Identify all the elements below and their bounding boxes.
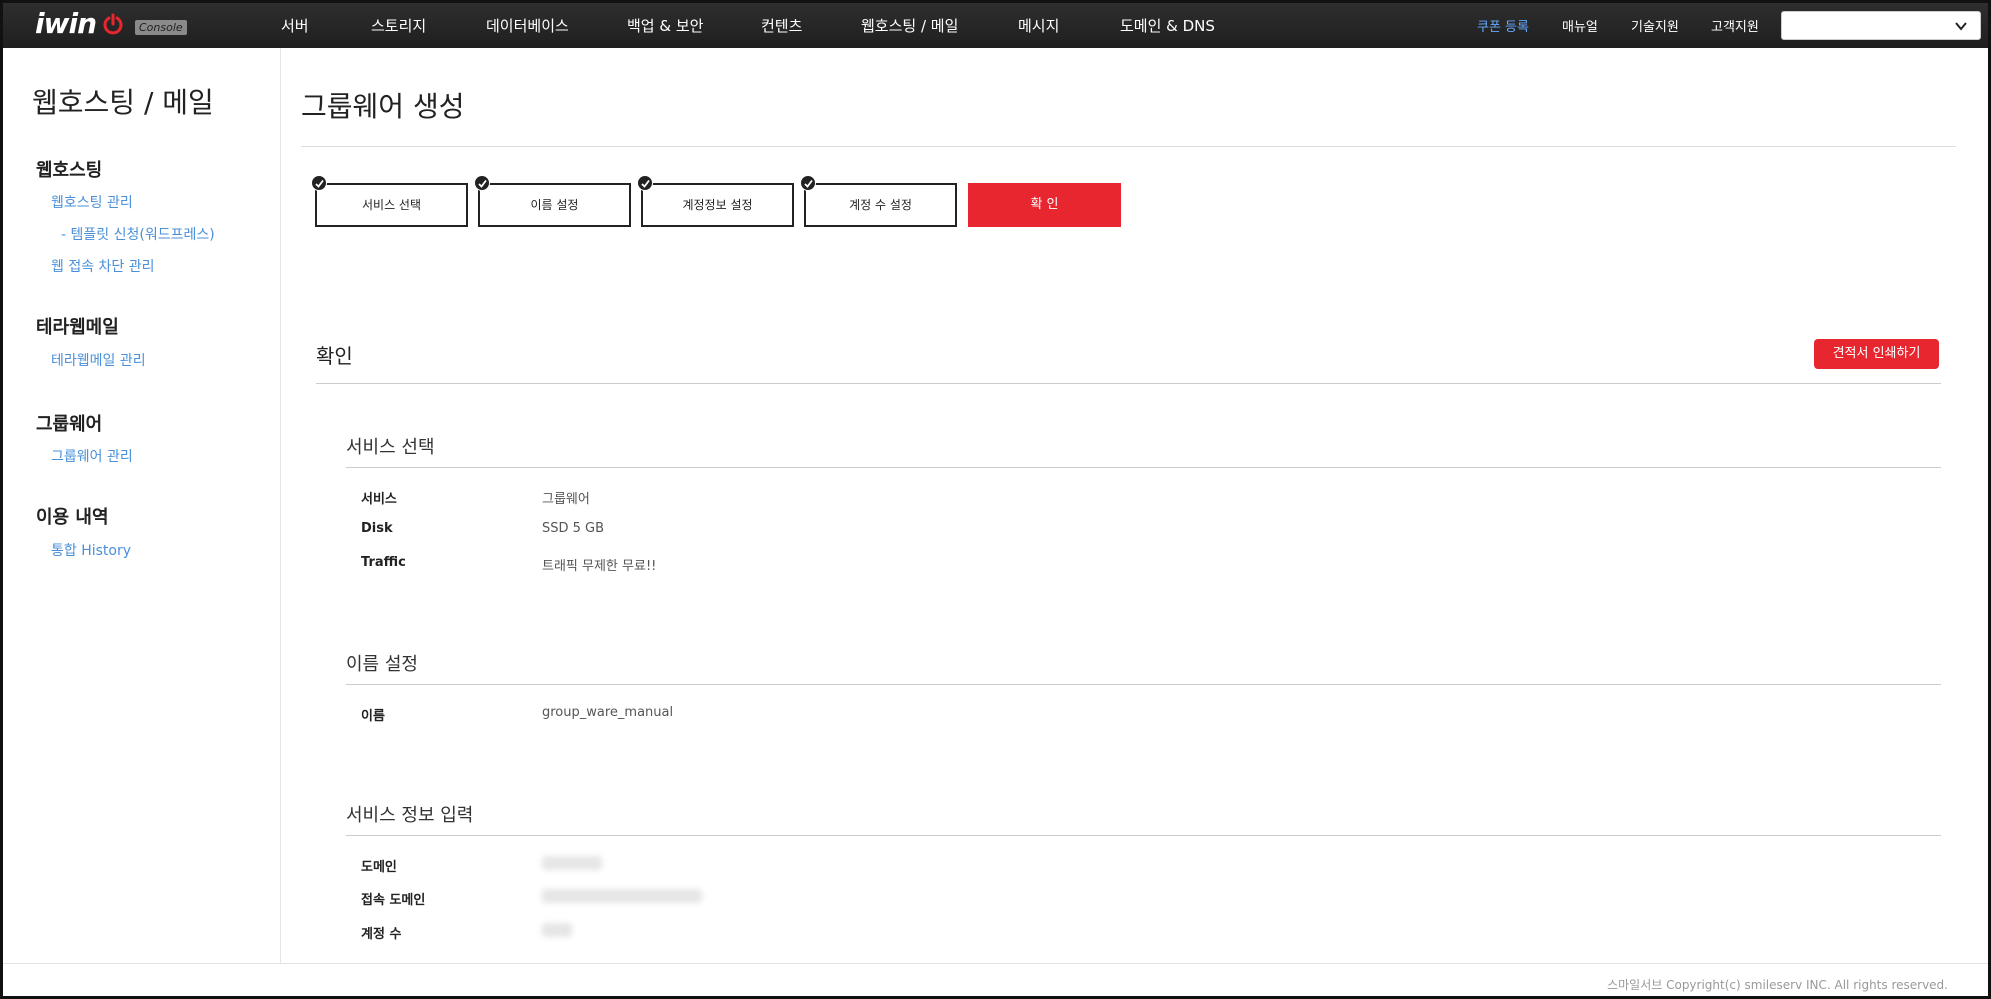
sidebar-item-template-request[interactable]: - 템플릿 신청(워드프레스) [61, 224, 215, 244]
account-count-value-redacted [542, 923, 572, 937]
sidebar-group-groupware: 그룹웨어 [36, 414, 103, 435]
step-label: 계정정보 설정 [682, 198, 753, 212]
confirm-section-title: 확인 [316, 344, 353, 368]
manual-link[interactable]: 매뉴얼 [1562, 16, 1598, 35]
sidebar-item-groupware-manage[interactable]: 그룹웨어 관리 [51, 446, 133, 466]
project-select[interactable] [1781, 11, 1981, 40]
nav-item-message[interactable]: 메시지 [1018, 15, 1059, 36]
tech-support-link[interactable]: 기술지원 [1631, 16, 1679, 35]
domain-label: 도메인 [361, 860, 397, 875]
service-select-divider [346, 467, 1941, 468]
customer-support-link[interactable]: 고객지원 [1711, 16, 1759, 35]
access-domain-value-redacted [542, 889, 702, 903]
name-setting-divider [346, 684, 1941, 685]
confirm-divider [316, 383, 1941, 384]
step-label: 계정 수 설정 [849, 198, 912, 212]
copyright-text: 스마일서브 Copyright(c) smileserv INC. All ri… [1607, 978, 1948, 992]
service-select-title: 서비스 선택 [346, 437, 435, 458]
console-window: iwin Console 서버 스토리지 데이터베이스 백업 & 보안 컨텐츠 … [3, 3, 1988, 996]
sidebar-item-terawebmail-manage[interactable]: 테라웹메일 관리 [51, 350, 146, 370]
nav-item-database[interactable]: 데이터베이스 [486, 15, 569, 36]
page-title: 그룹웨어 생성 [301, 90, 465, 123]
traffic-label: Traffic [361, 555, 406, 570]
sidebar: 웹호스팅 / 메일 웹호스팅 웹호스팅 관리 - 템플릿 신청(워드프레스) 웹… [3, 48, 281, 963]
step-account-count[interactable]: 계정 수 설정 [800, 175, 957, 227]
nav-item-domain-dns[interactable]: 도메인 & DNS [1120, 15, 1215, 36]
check-icon [474, 175, 490, 191]
name-setting-title: 이름 설정 [346, 654, 418, 675]
coupon-register-link[interactable]: 쿠폰 등록 [1477, 16, 1529, 35]
check-icon [311, 175, 327, 191]
sidebar-group-usage-history: 이용 내역 [36, 507, 109, 528]
check-icon [800, 175, 816, 191]
service-value: 그룹웨어 [542, 492, 590, 507]
check-icon [637, 175, 653, 191]
nav-item-contents[interactable]: 컨텐츠 [761, 15, 802, 36]
step-account-info[interactable]: 계정정보 설정 [637, 175, 794, 227]
console-badge: Console [135, 20, 187, 35]
name-value: group_ware_manual [542, 705, 674, 720]
account-count-label: 계정 수 [361, 927, 402, 942]
footer: 스마일서브 Copyright(c) smileserv INC. All ri… [3, 963, 1988, 996]
logo-text: iwin [35, 7, 97, 40]
sidebar-title: 웹호스팅 / 메일 [32, 86, 214, 119]
title-divider [301, 146, 1956, 147]
traffic-value: 트래픽 무제한 무료!! [542, 559, 657, 574]
name-label: 이름 [361, 709, 385, 724]
domain-value-redacted [542, 856, 602, 870]
sidebar-group-webhosting: 웹호스팅 [36, 160, 103, 181]
step-confirm[interactable]: 확 인 [968, 183, 1121, 227]
step-service-select[interactable]: 서비스 선택 [311, 175, 468, 227]
nav-item-server[interactable]: 서버 [281, 15, 309, 36]
chevron-down-icon [1955, 22, 1967, 31]
nav-item-storage[interactable]: 스토리지 [371, 15, 426, 36]
print-estimate-button[interactable]: 견적서 인쇄하기 [1814, 339, 1939, 369]
service-label: 서비스 [361, 492, 397, 507]
disk-label: Disk [361, 521, 393, 536]
sidebar-item-webhosting-manage[interactable]: 웹호스팅 관리 [51, 192, 133, 212]
service-info-divider [346, 835, 1941, 836]
nav-item-backup-security[interactable]: 백업 & 보안 [627, 15, 703, 36]
step-label: 이름 설정 [530, 198, 579, 212]
top-navigation-bar: iwin Console 서버 스토리지 데이터베이스 백업 & 보안 컨텐츠 … [3, 3, 1988, 48]
iwin-logo[interactable]: iwin Console [35, 9, 195, 41]
disk-value: SSD 5 GB [542, 521, 605, 536]
nav-item-webhosting-mail[interactable]: 웹호스팅 / 메일 [861, 15, 958, 36]
power-icon [103, 13, 123, 35]
step-name-setting[interactable]: 이름 설정 [474, 175, 631, 227]
service-info-title: 서비스 정보 입력 [346, 805, 474, 826]
access-domain-label: 접속 도메인 [361, 893, 426, 908]
sidebar-group-terawebmail: 테라웹메일 [36, 317, 119, 338]
step-label: 서비스 선택 [361, 198, 421, 212]
sidebar-item-web-access-block[interactable]: 웹 접속 차단 관리 [51, 256, 155, 276]
sidebar-item-integrated-history[interactable]: 통합 History [51, 540, 131, 560]
